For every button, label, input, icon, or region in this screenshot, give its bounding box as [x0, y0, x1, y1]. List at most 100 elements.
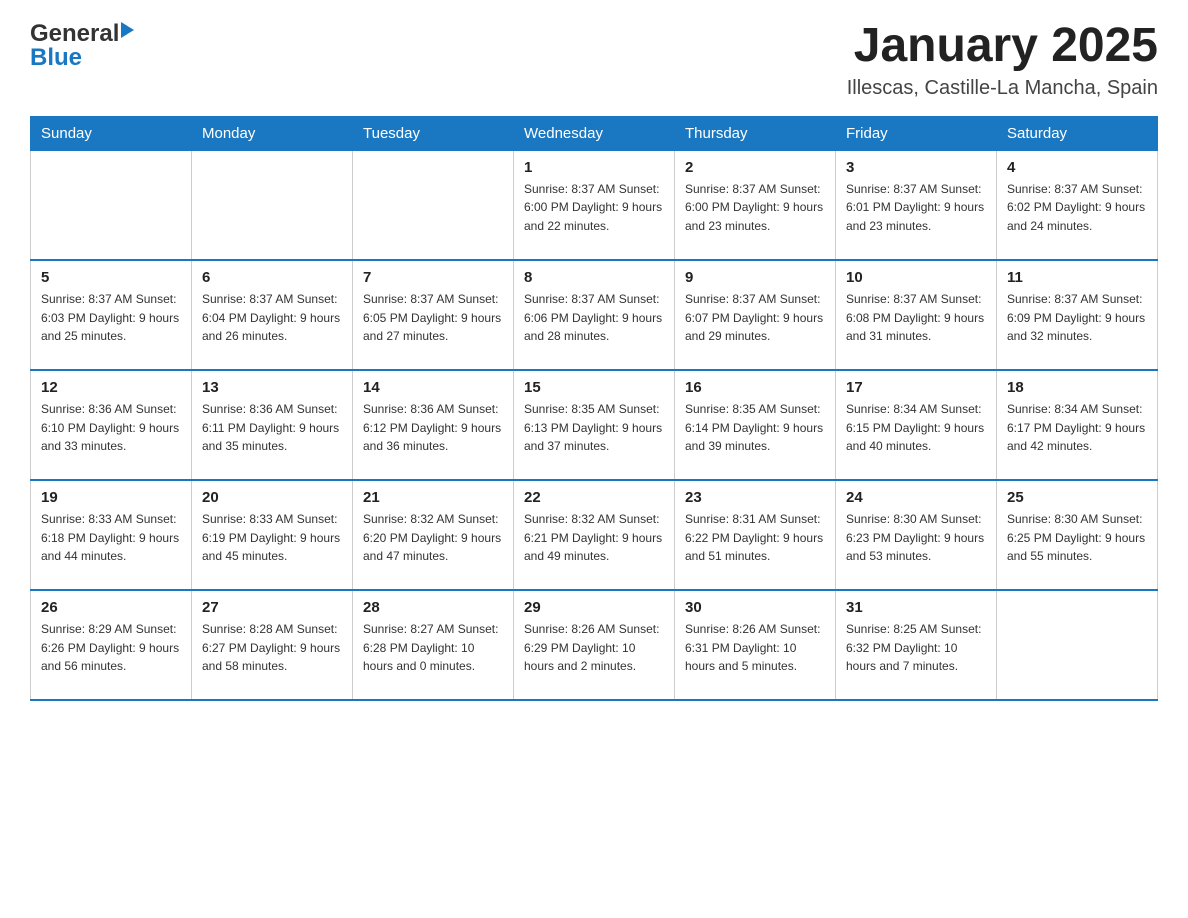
- day-number: 25: [1007, 489, 1147, 506]
- day-number: 12: [41, 379, 181, 396]
- calendar-cell: 1 Sunrise: 8:37 AM Sunset: 6:00 PM Daylig…: [514, 150, 675, 260]
- calendar-cell: 13 Sunrise: 8:36 AM Sunset: 6:11 PM Dayli…: [192, 370, 353, 480]
- calendar-week-row: 26 Sunrise: 8:29 AM Sunset: 6:26 PM Dayli…: [31, 590, 1158, 700]
- day-info: Sunrise: 8:35 AM Sunset: 6:13 PM Dayligh…: [524, 400, 664, 456]
- day-info: Sunrise: 8:37 AM Sunset: 6:06 PM Dayligh…: [524, 290, 664, 346]
- calendar-cell: 3 Sunrise: 8:37 AM Sunset: 6:01 PM Daylig…: [836, 150, 997, 260]
- day-of-week-header: Thursday: [675, 116, 836, 150]
- calendar-week-row: 5 Sunrise: 8:37 AM Sunset: 6:03 PM Daylig…: [31, 260, 1158, 370]
- day-number: 1: [524, 159, 664, 176]
- calendar-cell: 23 Sunrise: 8:31 AM Sunset: 6:22 PM Dayli…: [675, 480, 836, 590]
- logo-flag-icon: [121, 22, 134, 38]
- day-number: 13: [202, 379, 342, 396]
- calendar-header-row: SundayMondayTuesdayWednesdayThursdayFrid…: [31, 116, 1158, 150]
- day-number: 5: [41, 269, 181, 286]
- day-info: Sunrise: 8:28 AM Sunset: 6:27 PM Dayligh…: [202, 620, 342, 676]
- day-info: Sunrise: 8:36 AM Sunset: 6:12 PM Dayligh…: [363, 400, 503, 456]
- logo: General Blue: [30, 20, 134, 72]
- calendar-cell: 22 Sunrise: 8:32 AM Sunset: 6:21 PM Dayli…: [514, 480, 675, 590]
- day-number: 26: [41, 599, 181, 616]
- calendar-cell: [353, 150, 514, 260]
- calendar-cell: 6Sunrise: 8:37 AM Sunset: 6:04 PM Daylig…: [192, 260, 353, 370]
- calendar-week-row: 19 Sunrise: 8:33 AM Sunset: 6:18 PM Dayli…: [31, 480, 1158, 590]
- day-info: Sunrise: 8:37 AM Sunset: 6:04 PM Dayligh…: [202, 290, 342, 346]
- day-of-week-header: Friday: [836, 116, 997, 150]
- day-number: 27: [202, 599, 342, 616]
- day-number: 29: [524, 599, 664, 616]
- day-info: Sunrise: 8:37 AM Sunset: 6:00 PM Dayligh…: [524, 180, 664, 236]
- day-number: 30: [685, 599, 825, 616]
- day-number: 20: [202, 489, 342, 506]
- day-number: 28: [363, 599, 503, 616]
- day-number: 22: [524, 489, 664, 506]
- day-number: 15: [524, 379, 664, 396]
- day-info: Sunrise: 8:26 AM Sunset: 6:29 PM Dayligh…: [524, 620, 664, 676]
- calendar-cell: 19 Sunrise: 8:33 AM Sunset: 6:18 PM Dayli…: [31, 480, 192, 590]
- calendar-cell: 11 Sunrise: 8:37 AM Sunset: 6:09 PM Dayli…: [997, 260, 1158, 370]
- calendar-cell: [192, 150, 353, 260]
- calendar-cell: [997, 590, 1158, 700]
- day-number: 14: [363, 379, 503, 396]
- calendar-week-row: 1 Sunrise: 8:37 AM Sunset: 6:00 PM Daylig…: [31, 150, 1158, 260]
- calendar-cell: 18Sunrise: 8:34 AM Sunset: 6:17 PM Dayli…: [997, 370, 1158, 480]
- calendar-cell: 20 Sunrise: 8:33 AM Sunset: 6:19 PM Dayli…: [192, 480, 353, 590]
- day-info: Sunrise: 8:36 AM Sunset: 6:11 PM Dayligh…: [202, 400, 342, 456]
- calendar-cell: 2 Sunrise: 8:37 AM Sunset: 6:00 PM Daylig…: [675, 150, 836, 260]
- day-info: Sunrise: 8:27 AM Sunset: 6:28 PM Dayligh…: [363, 620, 503, 676]
- calendar-cell: 29 Sunrise: 8:26 AM Sunset: 6:29 PM Dayli…: [514, 590, 675, 700]
- day-number: 24: [846, 489, 986, 506]
- day-info: Sunrise: 8:25 AM Sunset: 6:32 PM Dayligh…: [846, 620, 986, 676]
- day-info: Sunrise: 8:29 AM Sunset: 6:26 PM Dayligh…: [41, 620, 181, 676]
- day-info: Sunrise: 8:30 AM Sunset: 6:25 PM Dayligh…: [1007, 510, 1147, 566]
- day-number: 23: [685, 489, 825, 506]
- calendar-cell: 24Sunrise: 8:30 AM Sunset: 6:23 PM Dayli…: [836, 480, 997, 590]
- calendar-cell: 9 Sunrise: 8:37 AM Sunset: 6:07 PM Daylig…: [675, 260, 836, 370]
- day-number: 10: [846, 269, 986, 286]
- title-block: January 2025 Illescas, Castille-La Manch…: [847, 20, 1158, 100]
- calendar-cell: 16Sunrise: 8:35 AM Sunset: 6:14 PM Dayli…: [675, 370, 836, 480]
- month-title: January 2025: [847, 20, 1158, 73]
- calendar-cell: 7Sunrise: 8:37 AM Sunset: 6:05 PM Daylig…: [353, 260, 514, 370]
- calendar-cell: 15 Sunrise: 8:35 AM Sunset: 6:13 PM Dayli…: [514, 370, 675, 480]
- logo-blue-text: Blue: [30, 44, 82, 72]
- day-info: Sunrise: 8:31 AM Sunset: 6:22 PM Dayligh…: [685, 510, 825, 566]
- day-info: Sunrise: 8:37 AM Sunset: 6:03 PM Dayligh…: [41, 290, 181, 346]
- day-info: Sunrise: 8:32 AM Sunset: 6:21 PM Dayligh…: [524, 510, 664, 566]
- day-info: Sunrise: 8:26 AM Sunset: 6:31 PM Dayligh…: [685, 620, 825, 676]
- calendar-cell: 31 Sunrise: 8:25 AM Sunset: 6:32 PM Dayli…: [836, 590, 997, 700]
- day-info: Sunrise: 8:33 AM Sunset: 6:18 PM Dayligh…: [41, 510, 181, 566]
- day-info: Sunrise: 8:37 AM Sunset: 6:01 PM Dayligh…: [846, 180, 986, 236]
- day-of-week-header: Sunday: [31, 116, 192, 150]
- calendar-cell: 30 Sunrise: 8:26 AM Sunset: 6:31 PM Dayli…: [675, 590, 836, 700]
- day-info: Sunrise: 8:34 AM Sunset: 6:15 PM Dayligh…: [846, 400, 986, 456]
- day-of-week-header: Saturday: [997, 116, 1158, 150]
- day-info: Sunrise: 8:37 AM Sunset: 6:07 PM Dayligh…: [685, 290, 825, 346]
- day-number: 8: [524, 269, 664, 286]
- calendar-cell: 4Sunrise: 8:37 AM Sunset: 6:02 PM Daylig…: [997, 150, 1158, 260]
- calendar-cell: 27 Sunrise: 8:28 AM Sunset: 6:27 PM Dayli…: [192, 590, 353, 700]
- day-of-week-header: Wednesday: [514, 116, 675, 150]
- day-number: 18: [1007, 379, 1147, 396]
- calendar-cell: 8 Sunrise: 8:37 AM Sunset: 6:06 PM Daylig…: [514, 260, 675, 370]
- day-number: 9: [685, 269, 825, 286]
- day-of-week-header: Monday: [192, 116, 353, 150]
- day-number: 21: [363, 489, 503, 506]
- day-info: Sunrise: 8:37 AM Sunset: 6:02 PM Dayligh…: [1007, 180, 1147, 236]
- day-number: 16: [685, 379, 825, 396]
- day-number: 3: [846, 159, 986, 176]
- day-number: 11: [1007, 269, 1147, 286]
- day-number: 31: [846, 599, 986, 616]
- day-info: Sunrise: 8:37 AM Sunset: 6:09 PM Dayligh…: [1007, 290, 1147, 346]
- calendar-cell: 5 Sunrise: 8:37 AM Sunset: 6:03 PM Daylig…: [31, 260, 192, 370]
- day-number: 2: [685, 159, 825, 176]
- day-number: 19: [41, 489, 181, 506]
- day-info: Sunrise: 8:33 AM Sunset: 6:19 PM Dayligh…: [202, 510, 342, 566]
- day-info: Sunrise: 8:37 AM Sunset: 6:00 PM Dayligh…: [685, 180, 825, 236]
- day-of-week-header: Tuesday: [353, 116, 514, 150]
- calendar-table: SundayMondayTuesdayWednesdayThursdayFrid…: [30, 116, 1158, 702]
- day-number: 7: [363, 269, 503, 286]
- calendar-cell: 26 Sunrise: 8:29 AM Sunset: 6:26 PM Dayli…: [31, 590, 192, 700]
- calendar-cell: [31, 150, 192, 260]
- location: Illescas, Castille-La Mancha, Spain: [847, 77, 1158, 100]
- calendar-cell: 21Sunrise: 8:32 AM Sunset: 6:20 PM Dayli…: [353, 480, 514, 590]
